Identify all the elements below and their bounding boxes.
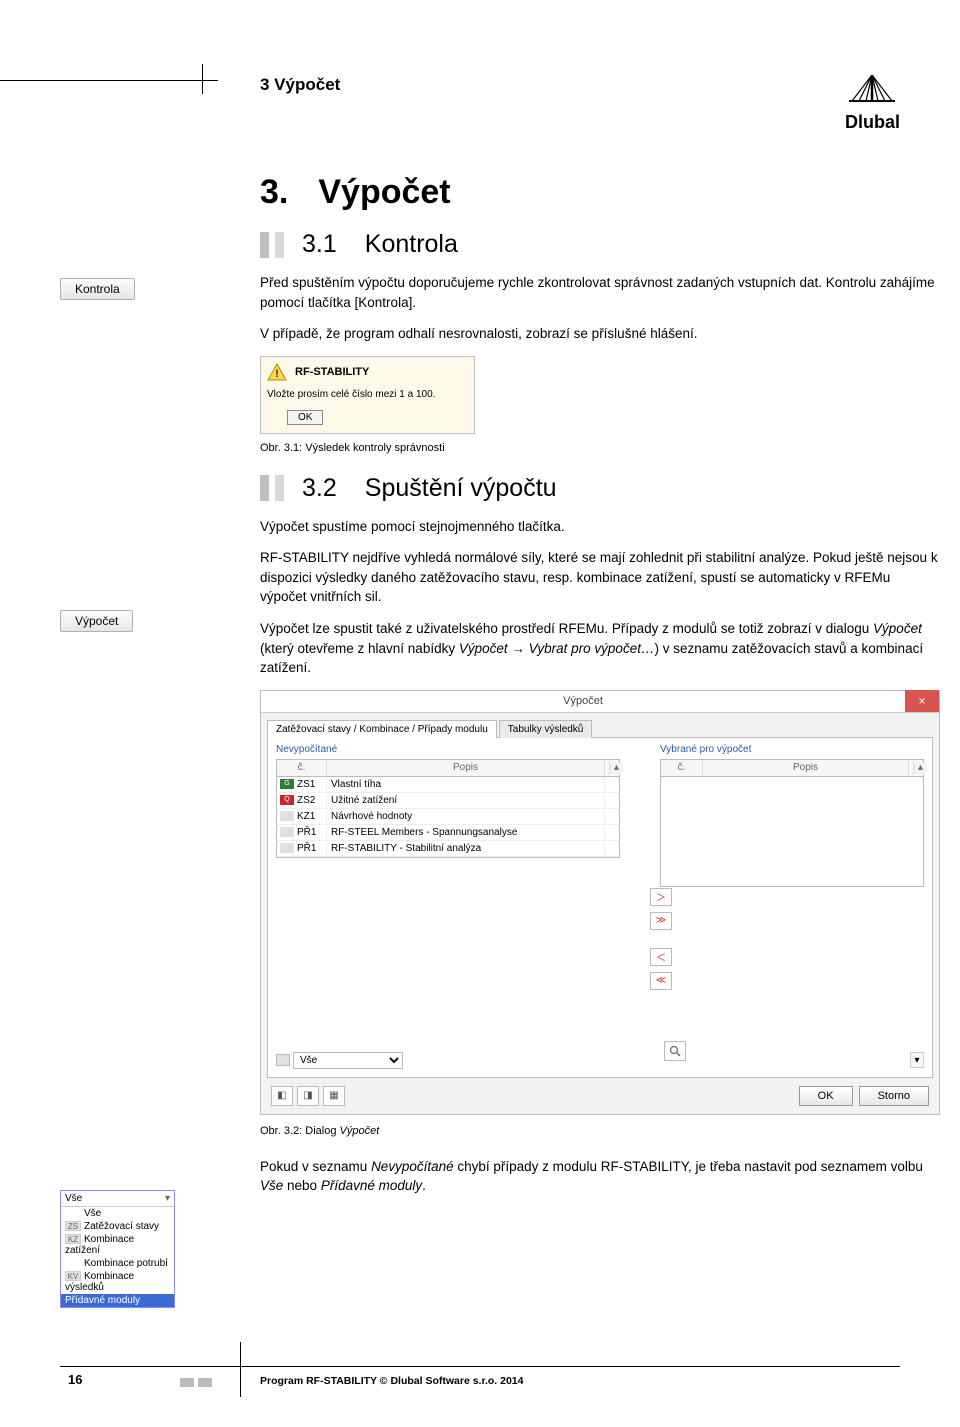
toolbar-icon-3[interactable]: ▦ xyxy=(323,1086,345,1106)
warning-icon: ! xyxy=(267,363,287,381)
scroll-down-icon[interactable]: ▾ xyxy=(910,1052,924,1068)
filter-option-selected[interactable]: Přídavné moduly xyxy=(61,1294,174,1307)
paragraph: Výpočet spustíme pomocí stejnojmenného t… xyxy=(260,517,940,537)
crop-tick-h xyxy=(0,80,218,81)
col-header-num: č. xyxy=(277,760,327,776)
table-row[interactable]: GZS1Vlastní tíha xyxy=(277,777,619,793)
filter-option[interactable]: KVKombinace výsledků xyxy=(61,1270,174,1294)
search-icon[interactable] xyxy=(664,1041,686,1061)
svg-text:!: ! xyxy=(275,368,279,380)
vypocet-button[interactable]: Výpočet xyxy=(60,610,133,632)
col-header-num: č. xyxy=(661,760,703,776)
warning-title: RF-STABILITY xyxy=(295,366,369,378)
chevron-down-icon[interactable]: ▾ xyxy=(165,1193,170,1204)
close-icon[interactable]: × xyxy=(905,690,939,712)
filter-option[interactable]: KZKombinace zatížení xyxy=(61,1233,174,1257)
paragraph: Před spuštěním výpočtu doporučujeme rych… xyxy=(260,273,940,312)
ok-button[interactable]: OK xyxy=(287,410,323,425)
paragraph: V případě, že program odhalí nesrovnalos… xyxy=(260,324,940,344)
table-row[interactable]: PŘ1RF-STABILITY - Stabilitní analýza xyxy=(277,841,619,857)
filter-option[interactable]: XVše xyxy=(61,1207,174,1220)
table-row[interactable]: PŘ1RF-STEEL Members - Spannungsanalyse xyxy=(277,825,619,841)
vypocet-dialog: Výpočet × Zatěžovací stavy / Kombinace /… xyxy=(260,690,940,1115)
heading-3-1: 3.1Kontrola xyxy=(260,230,940,259)
ok-button[interactable]: OK xyxy=(799,1086,853,1106)
table-row[interactable]: QZS2Užitné zatížení xyxy=(277,793,619,809)
logo-text: Dlubal xyxy=(845,112,900,133)
cancel-button[interactable]: Storno xyxy=(859,1086,929,1106)
move-all-right-button[interactable]: ≫ xyxy=(650,912,672,930)
uncalculated-grid[interactable]: č. Popis ▴ GZS1Vlastní tíhaQZS2Užitné za… xyxy=(276,759,620,858)
crop-tick-v xyxy=(202,64,203,94)
move-right-button[interactable]: ＞ xyxy=(650,888,672,906)
dialog-title: Výpočet xyxy=(261,695,905,707)
filter-current: Vše xyxy=(65,1193,82,1204)
filter-option[interactable]: ZSZatěžovací stavy xyxy=(61,1220,174,1233)
move-left-button[interactable]: ＜ xyxy=(650,948,672,966)
filter-option[interactable]: XKombinace potrubí xyxy=(61,1257,174,1270)
table-row[interactable]: KZ1Návrhové hodnoty xyxy=(277,809,619,825)
tab-load-cases[interactable]: Zatěžovací stavy / Kombinace / Případy m… xyxy=(267,720,497,738)
logo: Dlubal xyxy=(845,75,900,133)
paragraph: Pokud v seznamu Nevypočítané chybí přípa… xyxy=(260,1157,940,1196)
tab-results-tables[interactable]: Tabulky výsledků xyxy=(499,720,593,738)
col-header-desc: Popis xyxy=(703,760,909,776)
warning-dialog: ! RF-STABILITY Vložte prosím celé číslo … xyxy=(260,356,475,434)
filter-tag-icon xyxy=(276,1054,290,1066)
right-panel-title: Vybrané pro výpočet xyxy=(660,744,924,755)
footer-rule xyxy=(60,1366,900,1367)
page-header-title: 3 Výpočet xyxy=(260,75,340,95)
kontrola-button[interactable]: Kontrola xyxy=(60,278,135,300)
bridge-icon xyxy=(849,75,895,105)
crop-mark xyxy=(240,1342,241,1397)
filter-select[interactable]: Vše xyxy=(293,1052,403,1069)
page-number: 16 xyxy=(68,1372,82,1387)
filter-listbox[interactable]: Vše ▾ XVše ZSZatěžovací stavy KZKombinac… xyxy=(60,1190,175,1308)
footer-text: Program RF-STABILITY © Dlubal Software s… xyxy=(260,1375,524,1387)
scroll-up-icon[interactable]: ▴ xyxy=(913,762,927,774)
toolbar-icon-2[interactable]: ◨ xyxy=(297,1086,319,1106)
scroll-up-icon[interactable]: ▴ xyxy=(609,762,623,774)
heading-3: 3.Výpočet xyxy=(260,173,940,212)
paragraph: RF-STABILITY nejdříve vyhledá normálové … xyxy=(260,548,940,607)
paragraph: Výpočet lze spustit také z uživatelského… xyxy=(260,619,940,678)
move-all-left-button[interactable]: ≪ xyxy=(650,972,672,990)
left-panel-title: Nevypočítané xyxy=(276,744,620,755)
crop-mark xyxy=(180,1378,194,1387)
col-header-desc: Popis xyxy=(327,760,605,776)
figure-caption-3-1: Obr. 3.1: Výsledek kontroly správnosti xyxy=(260,442,940,454)
heading-3-2: 3.2Spuštění výpočtu xyxy=(260,474,940,503)
warning-message: Vložte prosím celé číslo mezi 1 a 100. xyxy=(267,389,468,400)
toolbar-icon-1[interactable]: ◧ xyxy=(271,1086,293,1106)
selected-grid[interactable]: č. Popis ▴ xyxy=(660,759,924,887)
figure-caption-3-2: Obr. 3.2: Dialog Výpočet xyxy=(260,1125,940,1137)
crop-mark xyxy=(198,1378,212,1387)
